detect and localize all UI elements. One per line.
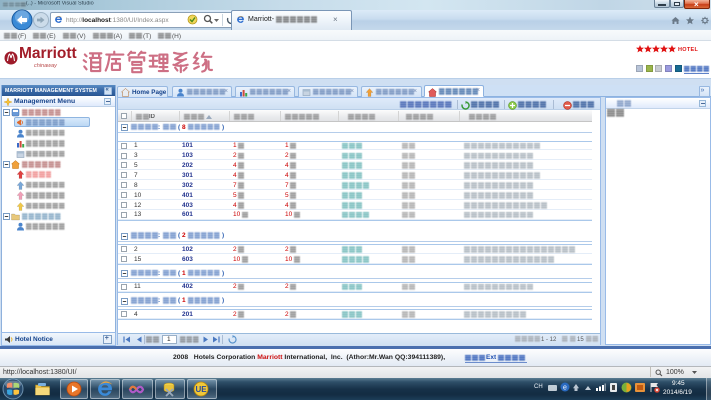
svg-text:e: e — [563, 385, 567, 392]
svg-text:UE: UE — [195, 385, 207, 394]
